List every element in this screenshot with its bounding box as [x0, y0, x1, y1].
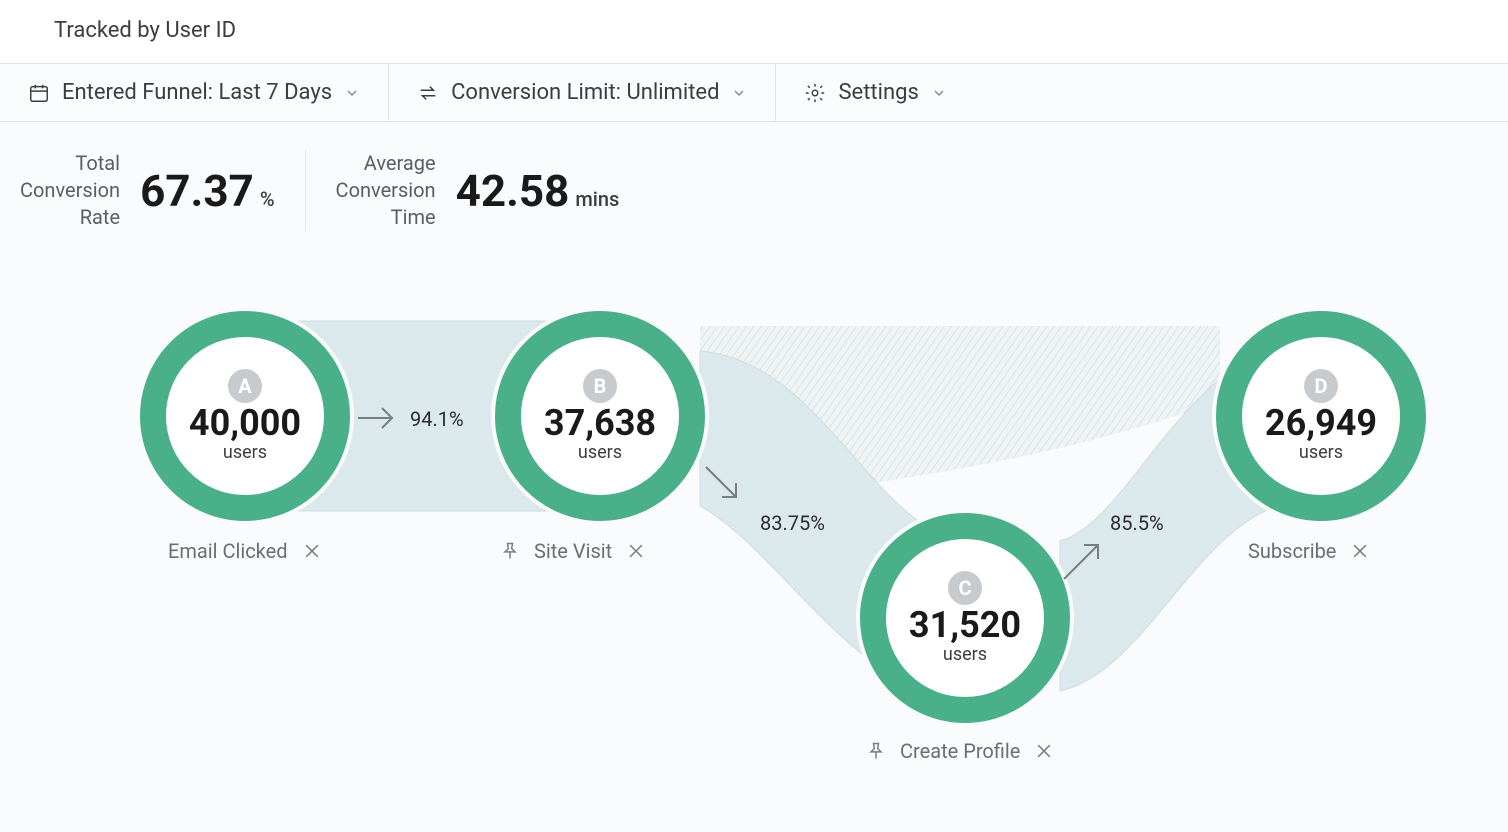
node-label: Site Visit	[534, 539, 612, 563]
funnel-node-b[interactable]: B 37,638 users	[495, 311, 705, 521]
node-users-label: users	[578, 442, 622, 463]
node-count: 31,520	[909, 607, 1021, 645]
total-conversion-value: 67.37	[140, 165, 254, 217]
arrow-icon	[702, 463, 744, 505]
chevron-down-icon	[731, 85, 747, 101]
pin-icon[interactable]	[500, 541, 520, 561]
close-icon[interactable]	[1034, 741, 1054, 761]
calendar-icon	[28, 82, 50, 104]
swap-icon	[417, 82, 439, 104]
node-caption-d: Subscribe	[1248, 539, 1370, 563]
metrics-row: Total Conversion Rate 67.37 % Average Co…	[0, 122, 1508, 231]
metric-label-line: Total	[20, 150, 120, 177]
metric-label-line: Conversion	[20, 177, 120, 204]
funnel-node-d[interactable]: D 26,949 users	[1216, 311, 1426, 521]
avg-conversion-unit: mins	[575, 187, 619, 211]
pin-icon[interactable]	[866, 741, 886, 761]
node-letter: D	[1304, 369, 1338, 403]
conversion-limit-selector[interactable]: Conversion Limit: Unlimited	[389, 64, 776, 121]
node-count: 37,638	[544, 405, 656, 443]
metric-label-line: Time	[336, 204, 436, 231]
metric-label-line: Rate	[20, 204, 120, 231]
toolbar: Entered Funnel: Last 7 Days Conversion L…	[0, 64, 1508, 122]
funnel-node-a[interactable]: A 40,000 users	[140, 311, 350, 521]
funnel-node-c[interactable]: C 31,520 users	[860, 513, 1070, 723]
node-caption-c: Create Profile	[866, 739, 1054, 763]
metric-label-line: Average	[336, 150, 436, 177]
node-count: 40,000	[189, 405, 301, 443]
node-label: Create Profile	[900, 739, 1020, 763]
date-range-label: Entered Funnel: Last 7 Days	[62, 80, 332, 105]
metric-label-line: Conversion	[336, 177, 436, 204]
close-icon[interactable]	[1350, 541, 1370, 561]
page-title: Tracked by User ID	[0, 0, 1508, 64]
node-users-label: users	[1299, 442, 1343, 463]
arrow-icon	[1060, 541, 1102, 583]
conversion-rate-bc: 83.75%	[760, 511, 825, 535]
node-users-label: users	[943, 644, 987, 665]
node-caption-b: Site Visit	[500, 539, 646, 563]
avg-conversion-value: 42.58	[456, 165, 570, 217]
chevron-down-icon	[344, 85, 360, 101]
close-icon[interactable]	[626, 541, 646, 561]
node-count: 26,949	[1265, 405, 1377, 443]
close-icon[interactable]	[302, 541, 322, 561]
conversion-rate-ab: 94.1%	[410, 407, 464, 431]
node-caption-a: Email Clicked	[168, 539, 322, 563]
conversion-rate-cd: 85.5%	[1110, 511, 1164, 535]
average-conversion-time: Average Conversion Time 42.58 mins	[336, 150, 650, 231]
node-letter: A	[228, 369, 262, 403]
settings-selector[interactable]: Settings	[776, 64, 974, 121]
node-letter: B	[583, 369, 617, 403]
total-conversion-rate: Total Conversion Rate 67.37 %	[20, 150, 306, 231]
settings-label: Settings	[838, 80, 918, 105]
date-range-selector[interactable]: Entered Funnel: Last 7 Days	[0, 64, 389, 121]
arrow-icon	[356, 403, 398, 433]
node-letter: C	[948, 571, 982, 605]
conversion-limit-label: Conversion Limit: Unlimited	[451, 80, 719, 105]
node-label: Email Clicked	[168, 539, 288, 563]
gear-icon	[804, 82, 826, 104]
total-conversion-unit: %	[260, 187, 275, 211]
funnel-canvas: A 40,000 users Email Clicked 94.1% B 37,…	[0, 231, 1508, 791]
node-label: Subscribe	[1248, 539, 1336, 563]
chevron-down-icon	[931, 85, 947, 101]
node-users-label: users	[223, 442, 267, 463]
